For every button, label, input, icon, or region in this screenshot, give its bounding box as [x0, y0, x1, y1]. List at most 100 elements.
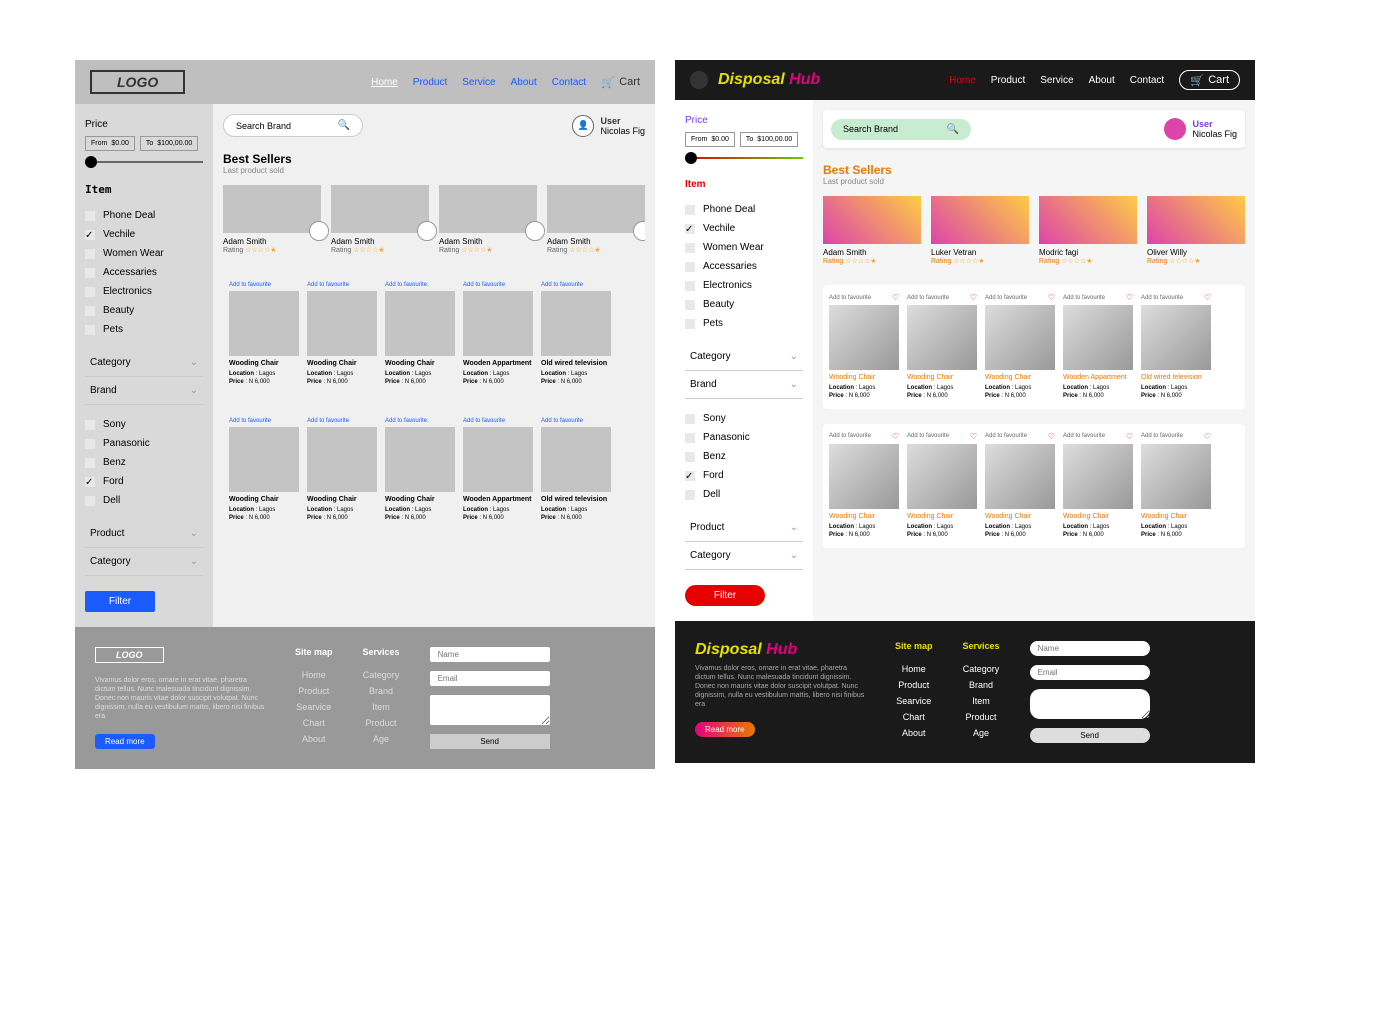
send-button[interactable]: Send [1030, 728, 1150, 743]
filter-button[interactable]: Filter [685, 585, 765, 606]
read-more-button[interactable]: Read more [695, 722, 755, 737]
footer-link[interactable]: Product [963, 709, 1000, 725]
filter-checkbox[interactable]: Women Wear [685, 238, 803, 257]
add-favourite[interactable]: Add to favourite♡ [907, 293, 977, 302]
add-favourite[interactable]: Add to favourite♡ [463, 418, 533, 424]
filter-checkbox[interactable]: Accessaries [685, 257, 803, 276]
filter-checkbox[interactable]: Benz [685, 447, 803, 466]
cart-button[interactable]: Cart [601, 76, 640, 88]
product-card[interactable]: Add to favourite♡Wooding ChairLocation :… [985, 293, 1055, 401]
add-favourite[interactable]: Add to favourite♡ [829, 432, 899, 441]
filter-checkbox[interactable]: Pets [85, 320, 203, 339]
dropdown-category2[interactable]: Category [85, 548, 203, 576]
add-favourite[interactable]: Add to favourite♡ [385, 418, 455, 424]
email-input[interactable] [1030, 665, 1150, 680]
add-favourite[interactable]: Add to favourite♡ [229, 282, 299, 288]
message-input[interactable] [430, 695, 550, 725]
user-profile[interactable]: UserNicolas Fig [1164, 118, 1237, 140]
filter-checkbox[interactable]: Ford [85, 472, 203, 491]
footer-link[interactable]: Searvice [295, 699, 333, 715]
filter-checkbox[interactable]: Vechile [85, 225, 203, 244]
add-favourite[interactable]: Add to favourite♡ [1141, 293, 1211, 302]
filter-checkbox[interactable]: Dell [85, 491, 203, 510]
footer-logo[interactable]: Disposal Hub [695, 641, 865, 659]
dropdown-category2[interactable]: Category [685, 542, 803, 570]
seller-card[interactable]: Adam SmithRating ☆☆☆☆★ [547, 185, 645, 254]
nav-service[interactable]: Service [462, 77, 495, 88]
product-card[interactable]: Add to favourite♡Wooding ChairLocation :… [307, 282, 377, 387]
search-input[interactable]: Search Brand [223, 114, 363, 137]
add-favourite[interactable]: Add to favourite♡ [1063, 293, 1133, 302]
footer-link[interactable]: Category [363, 667, 400, 683]
footer-link[interactable]: Home [295, 667, 333, 683]
price-slider[interactable] [85, 161, 203, 163]
add-favourite[interactable]: Add to favourite♡ [307, 418, 377, 424]
email-input[interactable] [430, 671, 550, 686]
footer-link[interactable]: Home [895, 661, 933, 677]
footer-link[interactable]: Chart [295, 715, 333, 731]
filter-checkbox[interactable]: Accessaries [85, 263, 203, 282]
seller-card[interactable]: Modric fagiRating ☆☆☆☆★ [1039, 196, 1137, 265]
nav-home[interactable]: Home [371, 77, 398, 88]
add-favourite[interactable]: Add to favourite♡ [229, 418, 299, 424]
filter-checkbox[interactable]: Sony [85, 415, 203, 434]
footer-link[interactable]: Item [363, 699, 400, 715]
name-input[interactable] [430, 647, 550, 662]
product-card[interactable]: Add to favourite♡Wooding ChairLocation :… [907, 293, 977, 401]
filter-checkbox[interactable]: Sony [685, 409, 803, 428]
nav-contact[interactable]: Contact [1130, 75, 1164, 86]
search-input[interactable]: Search Brand [831, 119, 971, 140]
filter-checkbox[interactable]: Beauty [85, 301, 203, 320]
product-card[interactable]: Add to favourite♡Wooden AppartmentLocati… [463, 282, 533, 387]
footer-link[interactable]: Age [363, 731, 400, 747]
filter-checkbox[interactable]: Benz [85, 453, 203, 472]
footer-link[interactable]: Age [963, 725, 1000, 741]
nav-about[interactable]: About [511, 77, 537, 88]
seller-card[interactable]: Adam SmithRating ☆☆☆☆★ [439, 185, 537, 254]
product-card[interactable]: Add to favourite♡Wooding ChairLocation :… [829, 293, 899, 401]
filter-checkbox[interactable]: Electronics [85, 282, 203, 301]
product-card[interactable]: Add to favourite♡Old wired televisionLoc… [541, 282, 611, 387]
footer-link[interactable]: Product [295, 683, 333, 699]
product-card[interactable]: Add to favourite♡Wooding ChairLocation :… [385, 418, 455, 523]
add-favourite[interactable]: Add to favourite♡ [907, 432, 977, 441]
add-favourite[interactable]: Add to favourite♡ [307, 282, 377, 288]
name-input[interactable] [1030, 641, 1150, 656]
dropdown-brand[interactable]: Brand [85, 377, 203, 405]
seller-card[interactable]: Luker VetranRating ☆☆☆☆★ [931, 196, 1029, 265]
send-button[interactable]: Send [430, 734, 550, 749]
nav-home[interactable]: Home [949, 75, 976, 86]
product-card[interactable]: Add to favourite♡Wooding ChairLocation :… [907, 432, 977, 540]
logo[interactable]: Disposal Hub [718, 71, 820, 89]
seller-card[interactable]: Oliver WillyRating ☆☆☆☆★ [1147, 196, 1245, 265]
filter-checkbox[interactable]: Panasonic [85, 434, 203, 453]
product-card[interactable]: Add to favourite♡Wooding ChairLocation :… [985, 432, 1055, 540]
logo[interactable]: LOGO [90, 70, 185, 94]
cart-button[interactable]: Cart [1179, 70, 1240, 90]
nav-about[interactable]: About [1089, 75, 1115, 86]
seller-card[interactable]: Adam SmithRating ☆☆☆☆★ [331, 185, 429, 254]
add-favourite[interactable]: Add to favourite♡ [463, 282, 533, 288]
price-from[interactable]: From$0.00 [85, 136, 135, 151]
filter-checkbox[interactable]: Panasonic [685, 428, 803, 447]
nav-product[interactable]: Product [413, 77, 447, 88]
dropdown-category[interactable]: Category [685, 343, 803, 371]
add-favourite[interactable]: Add to favourite♡ [541, 418, 611, 424]
filter-checkbox[interactable]: Women Wear [85, 244, 203, 263]
product-card[interactable]: Add to favourite♡Wooden AppartmentLocati… [1063, 293, 1133, 401]
filter-checkbox[interactable]: Phone Deal [85, 206, 203, 225]
filter-checkbox[interactable]: Beauty [685, 295, 803, 314]
filter-checkbox[interactable]: Dell [685, 485, 803, 504]
footer-link[interactable]: Category [963, 661, 1000, 677]
nav-contact[interactable]: Contact [552, 77, 586, 88]
product-card[interactable]: Add to favourite♡Wooding ChairLocation :… [229, 282, 299, 387]
product-card[interactable]: Add to favourite♡Wooding ChairLocation :… [1141, 432, 1211, 540]
dropdown-product[interactable]: Product [685, 514, 803, 542]
footer-link[interactable]: Brand [963, 677, 1000, 693]
price-slider[interactable] [685, 157, 803, 159]
user-profile[interactable]: 👤 UserNicolas Fig [572, 115, 645, 137]
price-to[interactable]: To$100,00.00 [140, 136, 198, 151]
dropdown-category[interactable]: Category [85, 349, 203, 377]
add-favourite[interactable]: Add to favourite♡ [1063, 432, 1133, 441]
footer-link[interactable]: About [895, 725, 933, 741]
